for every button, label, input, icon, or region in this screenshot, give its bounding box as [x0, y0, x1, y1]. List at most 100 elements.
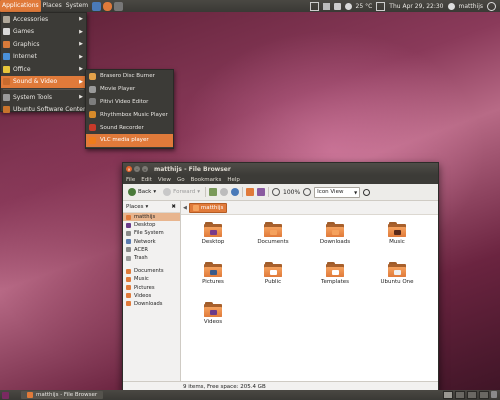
sidebar-item-acer[interactable]: ACER [123, 246, 180, 254]
zoom-out-icon[interactable] [272, 188, 281, 196]
zoom-in-icon[interactable] [303, 188, 312, 196]
trash-icon[interactable] [491, 391, 497, 398]
forward-dropdown-icon[interactable]: ▾ [197, 189, 200, 195]
stop-icon[interactable] [220, 188, 229, 196]
search-icon[interactable] [363, 188, 371, 196]
system-menu-button[interactable]: System [64, 0, 90, 12]
apps-menu-item-system-tools[interactable]: System Tools ▶ [1, 91, 86, 104]
home-folder-icon[interactable] [246, 188, 255, 196]
computer-icon[interactable] [257, 188, 266, 196]
submenu-arrow-icon: ▶ [79, 41, 83, 48]
folder-item-ubuntu-one[interactable]: Ubuntu One [375, 262, 419, 285]
apps-menu-item-games[interactable]: Games ▶ [1, 26, 86, 39]
terminal-icon[interactable] [114, 1, 124, 11]
power-icon[interactable] [487, 1, 496, 11]
volume-icon[interactable] [333, 2, 341, 10]
submenu-item-pitivi-video-editor[interactable]: Pitivi Video Editor [86, 96, 173, 109]
submenu-item-sound-recorder[interactable]: Sound Recorder [86, 121, 173, 134]
workspace-2[interactable] [455, 391, 465, 399]
sidebar-item-trash[interactable]: Trash [123, 254, 180, 262]
apps-menu-item-label: Sound & Video [13, 78, 58, 86]
sidebar-item-matthijs[interactable]: matthijs [123, 213, 180, 222]
back-button[interactable]: Back ▾ [126, 187, 158, 198]
up-arrow-icon[interactable] [209, 188, 218, 196]
apps-menu-item-accessories[interactable]: Accessories ▶ [1, 13, 86, 26]
clock[interactable]: Thu Apr 29, 22:30 [389, 3, 443, 10]
apps-menu-item-ubuntu-software-center[interactable]: Ubuntu Software Center [1, 104, 86, 117]
path-bar: ◀ matthijs [181, 201, 438, 215]
movie-player-icon [89, 85, 96, 93]
user-icon[interactable] [447, 2, 455, 10]
network-icon[interactable] [322, 2, 330, 10]
applications-menu-button[interactable]: Applications [0, 0, 41, 12]
sidebar-item-videos[interactable]: Videos [123, 292, 180, 300]
places-menu-button[interactable]: Places [41, 0, 64, 12]
sidebar-item-label: ACER [134, 246, 148, 253]
mail-indicator-icon[interactable] [376, 1, 386, 11]
folder-item-pictures[interactable]: Pictures [191, 262, 235, 285]
sidebar-item-label: Network [134, 238, 156, 245]
folder-icon [126, 285, 131, 291]
reload-icon[interactable] [231, 188, 240, 196]
user-name[interactable]: matthijs [459, 3, 484, 10]
menu-view[interactable]: View [155, 177, 174, 183]
temperature[interactable]: 25 °C [356, 3, 373, 10]
workspace-4[interactable] [479, 391, 489, 399]
workspace-3[interactable] [467, 391, 477, 399]
folder-item-videos[interactable]: Videos [191, 302, 235, 325]
menu-bookmarks[interactable]: Bookmarks [188, 177, 225, 183]
folder-item-public[interactable]: Public [251, 262, 295, 285]
menu-bar: File Edit View Go Bookmarks Help [123, 175, 438, 184]
weather-icon[interactable] [344, 2, 352, 10]
submenu-arrow-icon: ▶ [79, 94, 83, 101]
apps-menu-item-graphics[interactable]: Graphics ▶ [1, 38, 86, 51]
close-icon[interactable]: ✕ [126, 166, 132, 172]
back-dropdown-icon[interactable]: ▾ [153, 189, 156, 195]
sidebar-item-pictures[interactable]: Pictures [123, 284, 180, 292]
submenu-item-movie-player[interactable]: Movie Player [86, 83, 173, 96]
firefox-icon[interactable] [103, 1, 113, 11]
sidebar-item-file-system[interactable]: File System [123, 229, 180, 237]
submenu-item-brasero-disc-burner[interactable]: Brasero Disc Burner [86, 70, 173, 83]
submenu-item-vlc-media-player[interactable]: VLC media player [86, 133, 173, 147]
close-sidebar-icon[interactable]: ✖ [171, 204, 176, 210]
folder-item-documents[interactable]: Documents [251, 222, 295, 245]
folder-item-desktop[interactable]: Desktop [191, 222, 235, 245]
view-mode-select[interactable]: Icon View ▼ [314, 186, 361, 198]
music-folder-icon [388, 222, 406, 237]
menu-go[interactable]: Go [174, 177, 188, 183]
sidebar-item-music[interactable]: Music [123, 275, 180, 283]
folder-item-music[interactable]: Music [375, 222, 419, 245]
folder-item-downloads[interactable]: Downloads [313, 222, 357, 245]
menu-file[interactable]: File [123, 177, 138, 183]
apps-menu-item-office[interactable]: Office ▶ [1, 63, 86, 76]
internet-icon [3, 53, 10, 61]
apps-menu-item-internet[interactable]: Internet ▶ [1, 51, 86, 64]
submenu-item-label: Movie Player [100, 86, 136, 93]
sidebar-item-desktop[interactable]: Desktop [123, 221, 180, 229]
maximize-icon[interactable]: ▫ [142, 166, 148, 172]
forward-button[interactable]: Forward ▾ [161, 187, 202, 198]
apps-menu-item-sound-video[interactable]: Sound & Video ▶ [1, 75, 86, 88]
path-left-arrow-icon[interactable]: ◀ [183, 205, 187, 211]
menu-help[interactable]: Help [224, 177, 243, 183]
sidebar-item-documents[interactable]: Documents [123, 267, 180, 275]
minimize-icon[interactable]: – [134, 166, 140, 172]
help-icon[interactable] [92, 1, 102, 11]
top-panel: Applications Places System 25 °C Thu Apr… [0, 0, 500, 12]
title-bar[interactable]: ✕ – ▫ matthijs - File Browser [123, 163, 438, 175]
show-desktop-icon[interactable] [2, 391, 9, 399]
taskbar-item-file-browser[interactable]: matthijs - File Browser [21, 391, 104, 399]
path-button-home[interactable]: matthijs [188, 202, 228, 213]
workspace-1[interactable] [443, 391, 453, 399]
system-tray: 25 °C Thu Apr 29, 22:30 matthijs [309, 1, 500, 11]
submenu-item-rhythmbox-music-player[interactable]: Rhythmbox Music Player [86, 108, 173, 121]
chevron-down-icon: ▼ [354, 189, 358, 195]
menu-edit[interactable]: Edit [138, 177, 155, 183]
sidebar-item-downloads[interactable]: Downloads [123, 300, 180, 308]
mail-icon[interactable] [309, 1, 319, 11]
sidebar-header[interactable]: Places ▾ ✖ [123, 201, 180, 213]
folder-item-templates[interactable]: Templates [313, 262, 357, 285]
office-icon [3, 65, 10, 73]
sidebar-item-network[interactable]: Network [123, 238, 180, 246]
